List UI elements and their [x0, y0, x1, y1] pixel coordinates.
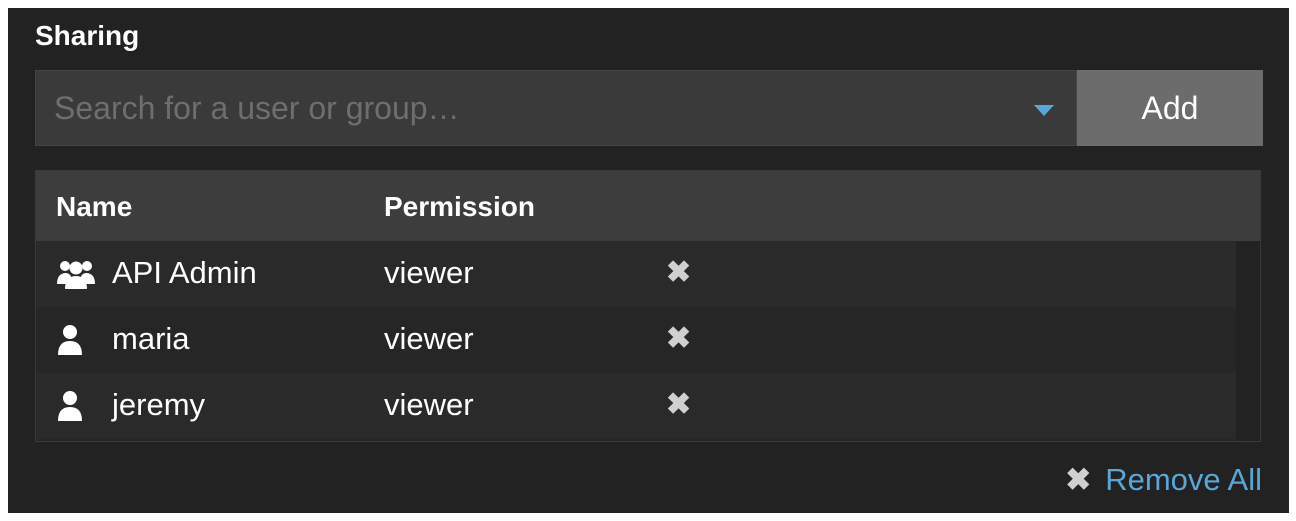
remove-row-icon[interactable]: ✖ — [666, 255, 691, 290]
column-header-name: Name — [56, 191, 133, 222]
table-header: Name Permission — [36, 171, 1260, 241]
row-name: API Admin — [112, 255, 257, 290]
user-icon — [58, 391, 82, 421]
table-row: jeremy viewer ✖ — [36, 373, 1236, 439]
dropdown-caret-icon[interactable] — [1034, 105, 1054, 116]
sharing-panel: Sharing Add Name Permission API Admin vi… — [8, 8, 1289, 513]
add-button[interactable]: Add — [1077, 70, 1263, 146]
column-header-permission: Permission — [384, 191, 535, 222]
user-icon — [58, 325, 82, 355]
search-input[interactable] — [52, 88, 1016, 128]
remove-all-icon[interactable]: ✖ — [1065, 462, 1091, 498]
table-row: maria viewer ✖ — [36, 307, 1236, 373]
remove-row-icon[interactable]: ✖ — [666, 387, 691, 422]
row-permission[interactable]: viewer — [384, 321, 474, 357]
user-group-search-combobox[interactable] — [35, 70, 1077, 146]
sharing-table: Name Permission API Admin viewer ✖ maria… — [35, 170, 1261, 442]
remove-all-label[interactable]: Remove All — [1105, 462, 1262, 498]
row-permission[interactable]: viewer — [384, 387, 474, 423]
row-name: maria — [112, 321, 190, 356]
group-icon — [57, 261, 95, 289]
scrollbar[interactable] — [1236, 241, 1260, 441]
row-name: jeremy — [112, 387, 206, 422]
table-row: API Admin viewer ✖ — [36, 241, 1236, 307]
row-permission[interactable]: viewer — [384, 255, 474, 291]
search-row: Add — [35, 70, 1263, 146]
remove-row-icon[interactable]: ✖ — [666, 321, 691, 356]
remove-all-link[interactable]: ✖ Remove All — [1065, 462, 1262, 498]
section-title: Sharing — [35, 20, 140, 51]
